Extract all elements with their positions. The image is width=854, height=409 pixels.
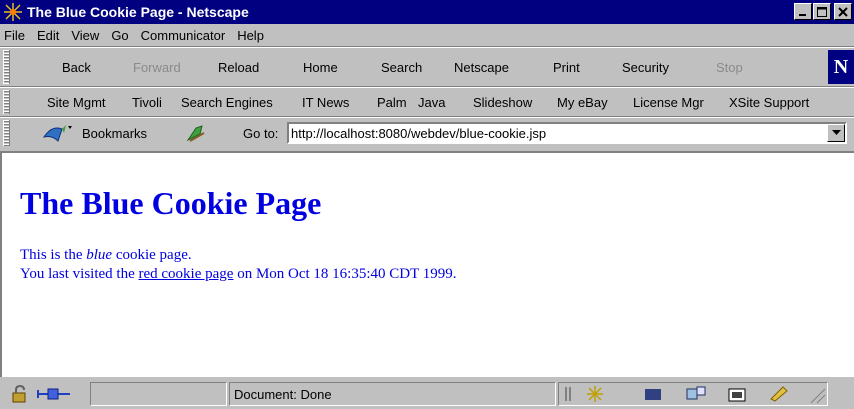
goto-label: Go to: <box>243 125 279 141</box>
netscape-title-icon <box>3 2 23 22</box>
security-button[interactable]: Security <box>622 48 669 86</box>
title-bar: The Blue Cookie Page - Netscape <box>0 0 854 24</box>
menu-edit[interactable]: Edit <box>31 28 65 43</box>
personal-toolbar: Site Mgmt Tivoli Search Engines IT News … <box>0 88 854 116</box>
dropdown-arrow-icon <box>831 130 841 135</box>
red-cookie-link[interactable]: red cookie page <box>138 266 233 282</box>
page-heading: The Blue Cookie Page <box>20 185 322 221</box>
visit-prefix: You last visited the <box>20 266 139 282</box>
toolbar-grip[interactable] <box>3 120 10 146</box>
close-button[interactable] <box>834 3 852 20</box>
page-content: The Blue Cookie Page This is the blue co… <box>0 151 854 377</box>
close-icon <box>838 6 848 17</box>
security-lock-icon[interactable] <box>10 385 30 403</box>
visit-suffix: on Mon Oct 18 16:35:40 CDT 1999. <box>233 266 457 282</box>
reload-button[interactable]: Reload <box>218 48 259 86</box>
netscape-logo[interactable]: N <box>828 50 854 84</box>
status-text-cell: Document: Done <box>229 382 556 406</box>
component-bar-icons <box>565 386 826 404</box>
intro-suffix: cookie page. <box>112 247 192 263</box>
browser-window: The Blue Cookie Page - Netscape File Edi… <box>0 0 854 409</box>
url-text[interactable]: http://localhost:8080/webdev/blue-cookie… <box>289 126 827 141</box>
bookmarks-label: Bookmarks <box>82 125 148 141</box>
link-xsite-support[interactable]: XSite Support <box>729 88 809 116</box>
minimize-icon <box>799 13 806 16</box>
whats-related-icon[interactable] <box>186 124 206 142</box>
intro-line: This is the blue cookie page. <box>20 247 192 264</box>
minimize-button[interactable] <box>794 3 812 20</box>
menu-bar: File Edit View Go Communicator Help <box>0 24 854 46</box>
link-search-engines[interactable]: Search Engines <box>181 88 273 116</box>
stop-button[interactable]: Stop <box>716 48 743 86</box>
search-button[interactable]: Search <box>381 48 422 86</box>
navigation-toolbar: Back Forward Reload Home Search Netscape… <box>0 48 854 86</box>
menu-file[interactable]: File <box>0 28 31 43</box>
last-visit-line: You last visited the red cookie page on … <box>20 266 457 283</box>
intro-emphasis: blue <box>86 247 113 263</box>
netscape-button[interactable]: Netscape <box>454 48 509 86</box>
bookmarks-icon <box>42 125 72 142</box>
location-toolbar: Bookmarks Go to: http://localhost:8080/w… <box>0 118 854 148</box>
toolbar-grip[interactable] <box>3 50 10 84</box>
window-title: The Blue Cookie Page - Netscape <box>27 4 249 20</box>
bookmarks-button[interactable]: Bookmarks <box>42 118 147 148</box>
menu-communicator[interactable]: Communicator <box>135 28 232 43</box>
maximize-button[interactable] <box>813 3 831 20</box>
menu-view[interactable]: View <box>65 28 105 43</box>
link-tivoli[interactable]: Tivoli <box>132 88 162 116</box>
link-it-news[interactable]: IT News <box>302 88 349 116</box>
intro-prefix: This is the <box>20 247 87 263</box>
link-java[interactable]: Java <box>418 88 445 116</box>
forward-button[interactable]: Forward <box>133 48 181 86</box>
component-bar <box>558 382 828 406</box>
progress-cell <box>90 382 227 406</box>
menu-go[interactable]: Go <box>105 28 134 43</box>
connection-icon[interactable] <box>36 385 72 403</box>
status-bar: Document: Done <box>0 379 854 409</box>
url-input[interactable]: http://localhost:8080/webdev/blue-cookie… <box>287 122 847 144</box>
link-my-ebay[interactable]: My eBay <box>557 88 608 116</box>
back-button[interactable]: Back <box>62 48 91 86</box>
link-site-mgmt[interactable]: Site Mgmt <box>47 88 106 116</box>
home-button[interactable]: Home <box>303 48 338 86</box>
link-license-mgr[interactable]: License Mgr <box>633 88 704 116</box>
toolbar-grip[interactable] <box>3 90 10 114</box>
maximize-icon <box>817 6 827 17</box>
print-button[interactable]: Print <box>553 48 580 86</box>
link-slideshow[interactable]: Slideshow <box>473 88 532 116</box>
url-dropdown-button[interactable] <box>827 124 845 142</box>
status-text: Document: Done <box>234 386 332 402</box>
link-palm[interactable]: Palm <box>377 88 407 116</box>
menu-help[interactable]: Help <box>231 28 270 43</box>
window-controls <box>793 3 852 20</box>
